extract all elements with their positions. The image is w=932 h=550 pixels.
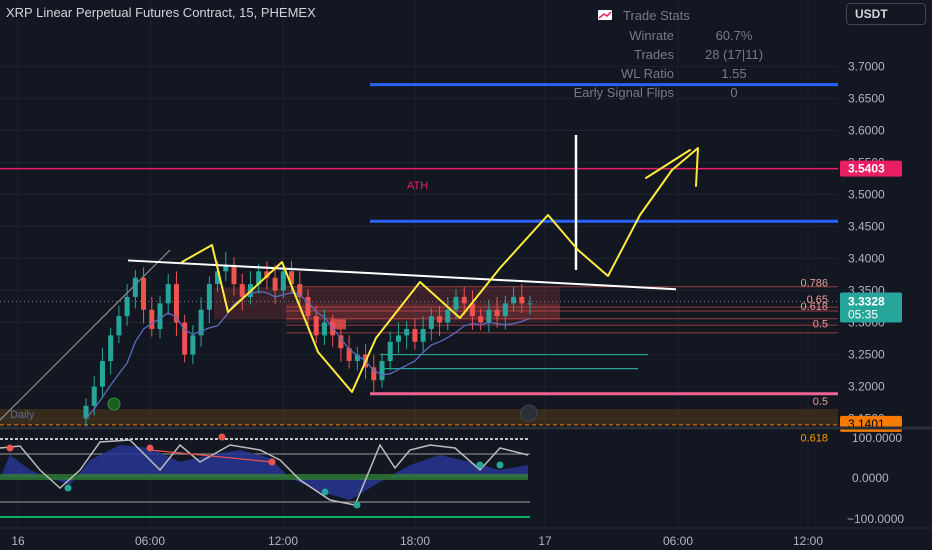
price-tick-label: 3.6500 [848, 91, 885, 105]
trade-stats-icon [598, 10, 612, 20]
osc-tick-label: 0.0000 [852, 471, 889, 485]
candle-body [453, 296, 459, 310]
osc-signal-dot [268, 458, 276, 466]
fib-label: 0.786 [800, 278, 828, 290]
price-tick-label: 3.7000 [848, 59, 885, 73]
fib-label: 0.618 [800, 301, 828, 313]
candle-body [519, 296, 525, 304]
price-tick-label: 3.4000 [848, 252, 885, 266]
ath-price-label: 3.5403 [848, 162, 885, 176]
candle-body [461, 296, 467, 304]
price-tick-label: 3.2500 [848, 348, 885, 362]
price-axis [838, 0, 932, 550]
candle-body [321, 322, 327, 336]
candle-body [141, 277, 147, 310]
replay-icon [520, 404, 538, 422]
last-price-label: 3.3328 [848, 295, 885, 309]
candle-body [387, 341, 393, 361]
candle-body [395, 335, 401, 342]
candle-body [478, 316, 484, 323]
osc-tick-label: 100.0000 [852, 431, 902, 445]
candle-body [239, 284, 245, 297]
trade-stats-title: Trade Stats [623, 8, 690, 23]
candle-body [511, 296, 517, 304]
stat-label: Early Signal Flips [573, 85, 674, 100]
candle-body [428, 316, 434, 329]
time-tick-label: 06:00 [663, 534, 693, 548]
stat-label: Winrate [629, 28, 674, 43]
candle-body [206, 284, 212, 310]
candle-body [280, 271, 286, 291]
candle-body [132, 277, 138, 297]
osc-signal-dot [146, 444, 154, 452]
candle-body [91, 386, 97, 406]
candle-countdown: 05:35 [848, 308, 878, 322]
osc-signal-dot [6, 444, 14, 452]
stat-value: 1.55 [721, 66, 747, 81]
stat-label: WL Ratio [621, 66, 674, 81]
candle-body [527, 303, 533, 305]
candle-body [305, 296, 311, 317]
signal-icon [107, 397, 121, 411]
ath-label: ATH [407, 180, 428, 192]
candle-body [330, 322, 336, 336]
candle-body [494, 309, 500, 317]
osc-signal-dot [353, 501, 361, 509]
candle-body [437, 316, 443, 323]
candle-body [379, 360, 385, 381]
candle-body [445, 309, 451, 323]
time-tick-label: 06:00 [135, 534, 165, 548]
price-tick-label: 3.5000 [848, 187, 885, 201]
candle-body [404, 328, 410, 336]
candle-body [231, 264, 237, 285]
candle-body [486, 309, 492, 323]
osc-signal-dot [476, 461, 484, 469]
fib-label: 0.618 [800, 432, 828, 444]
candle-body [502, 303, 508, 317]
stat-label: Trades [634, 47, 674, 62]
candle-body [99, 360, 105, 387]
fib-label: 0.5 [813, 319, 828, 331]
time-tick-label: 12:00 [793, 534, 823, 548]
candle-body [420, 328, 426, 342]
price-tick-label: 3.4500 [848, 220, 885, 234]
osc-signal-dot [64, 484, 72, 492]
price-tick-label: 3.6000 [848, 123, 885, 137]
candle-body [149, 309, 155, 329]
candle-body [124, 296, 130, 317]
candle-body [108, 335, 114, 361]
candle-body [165, 284, 171, 304]
time-tick-label: 12:00 [268, 534, 298, 548]
candle-body [190, 335, 196, 355]
candle-body [313, 316, 319, 336]
osc-signal-dot [321, 488, 329, 496]
candle-body [272, 277, 278, 291]
candle-body [157, 303, 163, 329]
currency-button[interactable]: USDT [846, 3, 926, 25]
osc-histogram [0, 474, 528, 480]
candle-body [116, 316, 122, 336]
stat-value: 60.7% [715, 28, 753, 43]
osc-tick-label: −100.0000 [847, 512, 904, 526]
osc-signal-dot [496, 461, 504, 469]
candle-body [412, 328, 418, 342]
price-chart[interactable]: 0.7860.650.6180.50.50.618ATHDaily 3.7000… [0, 0, 932, 550]
daily-label: Daily [10, 409, 35, 421]
price-tick-label: 3.2000 [848, 380, 885, 394]
trade-stats-panel: Trade Stats Winrate 60.7% Trades 28 (17|11… [574, 6, 784, 102]
fib-label: 0.5 [813, 396, 828, 408]
time-tick-label: 16 [11, 534, 25, 548]
time-tick-label: 17 [538, 534, 552, 548]
osc-signal-dot [218, 433, 226, 441]
time-tick-label: 18:00 [400, 534, 430, 548]
chart-title: XRP Linear Perpetual Futures Contract, 1… [6, 5, 316, 20]
daily-zone [0, 408, 838, 425]
stat-value: 0 [730, 85, 738, 100]
stat-value: 28 (17|11) [704, 47, 764, 62]
